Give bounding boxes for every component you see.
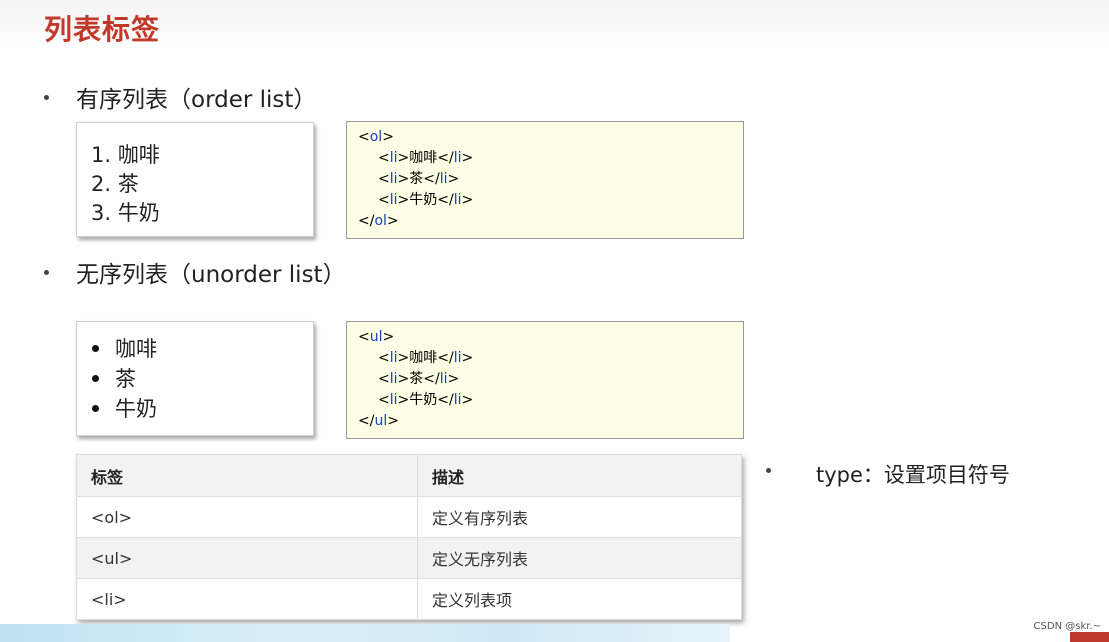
- bullet-dot: [92, 345, 99, 352]
- decorative-corner: [1070, 632, 1109, 642]
- code-line: <li>茶</li>: [378, 171, 460, 187]
- bullet-dot: [44, 270, 49, 275]
- code-tag: ul: [374, 413, 388, 429]
- list-item: 3. 牛奶: [91, 201, 160, 225]
- code-line-close: </ul>: [358, 413, 399, 429]
- list-item: 牛奶: [115, 397, 157, 421]
- code-item-text: 牛奶: [409, 392, 438, 408]
- code-line: <li>牛奶</li>: [378, 192, 474, 208]
- code-line: <li>牛奶</li>: [378, 392, 474, 408]
- code-line: <li>茶</li>: [378, 371, 460, 387]
- unordered-heading: 无序列表（unorder list）: [76, 262, 346, 288]
- code-item-text: 牛奶: [409, 192, 438, 208]
- code-item-text: 茶: [409, 171, 424, 187]
- list-item: 茶: [115, 367, 136, 391]
- slide-title: 列表标签: [44, 13, 161, 46]
- code-line-open: <ol>: [358, 129, 394, 145]
- code-line: <li>咖啡</li>: [378, 150, 474, 166]
- table-cell: <ol>: [76, 496, 418, 538]
- ordered-heading: 有序列表（order list）: [76, 87, 317, 113]
- bullet-dot: [44, 95, 49, 100]
- bullet-dot: [766, 468, 771, 473]
- table-cell: 定义无序列表: [417, 537, 742, 579]
- code-tag: ol: [374, 213, 387, 229]
- watermark: CSDN @skr.~: [1033, 621, 1101, 632]
- table-header: 描述: [417, 454, 742, 497]
- ordered-list-demo: 1. 咖啡 2. 茶 3. 牛奶: [76, 122, 314, 237]
- table-cell: 定义列表项: [417, 578, 742, 620]
- list-item: 1. 咖啡: [91, 143, 160, 167]
- code-line-open: <ul>: [358, 329, 395, 345]
- title-band: [0, 0, 1109, 48]
- table-cell: <li>: [76, 578, 418, 620]
- tag-reference-table: 标签 描述 <ol> 定义有序列表 <ul> 定义无序列表 <li> 定义列表项: [76, 454, 742, 620]
- code-tag: ul: [369, 329, 383, 345]
- table-row: <li> 定义列表项: [76, 578, 742, 620]
- list-item: 2. 茶: [91, 172, 139, 196]
- decorative-strip: [0, 624, 730, 642]
- bullet-dot: [92, 375, 99, 382]
- unordered-list-demo: 咖啡 茶 牛奶: [76, 321, 314, 436]
- bullet-dot: [92, 405, 99, 412]
- ordered-code-box: <ol> <li>咖啡</li> <li>茶</li> <li>牛奶</li> …: [346, 121, 744, 239]
- code-item-text: 咖啡: [409, 350, 438, 366]
- code-line: <li>咖啡</li>: [378, 350, 474, 366]
- table-row: <ul> 定义无序列表: [76, 537, 742, 579]
- list-item: 咖啡: [115, 337, 157, 361]
- table-header-row: 标签 描述: [76, 454, 742, 497]
- table-header: 标签: [76, 454, 418, 497]
- table-row: <ol> 定义有序列表: [76, 496, 742, 538]
- type-note: type：设置项目符号: [816, 463, 1010, 487]
- code-item-text: 咖啡: [409, 150, 438, 166]
- code-item-text: 茶: [409, 371, 424, 387]
- code-tag: ol: [369, 129, 383, 145]
- code-line-close: </ol>: [358, 213, 399, 229]
- table-cell: <ul>: [76, 537, 418, 579]
- unordered-code-box: <ul> <li>咖啡</li> <li>茶</li> <li>牛奶</li> …: [346, 321, 744, 439]
- table-cell: 定义有序列表: [417, 496, 742, 538]
